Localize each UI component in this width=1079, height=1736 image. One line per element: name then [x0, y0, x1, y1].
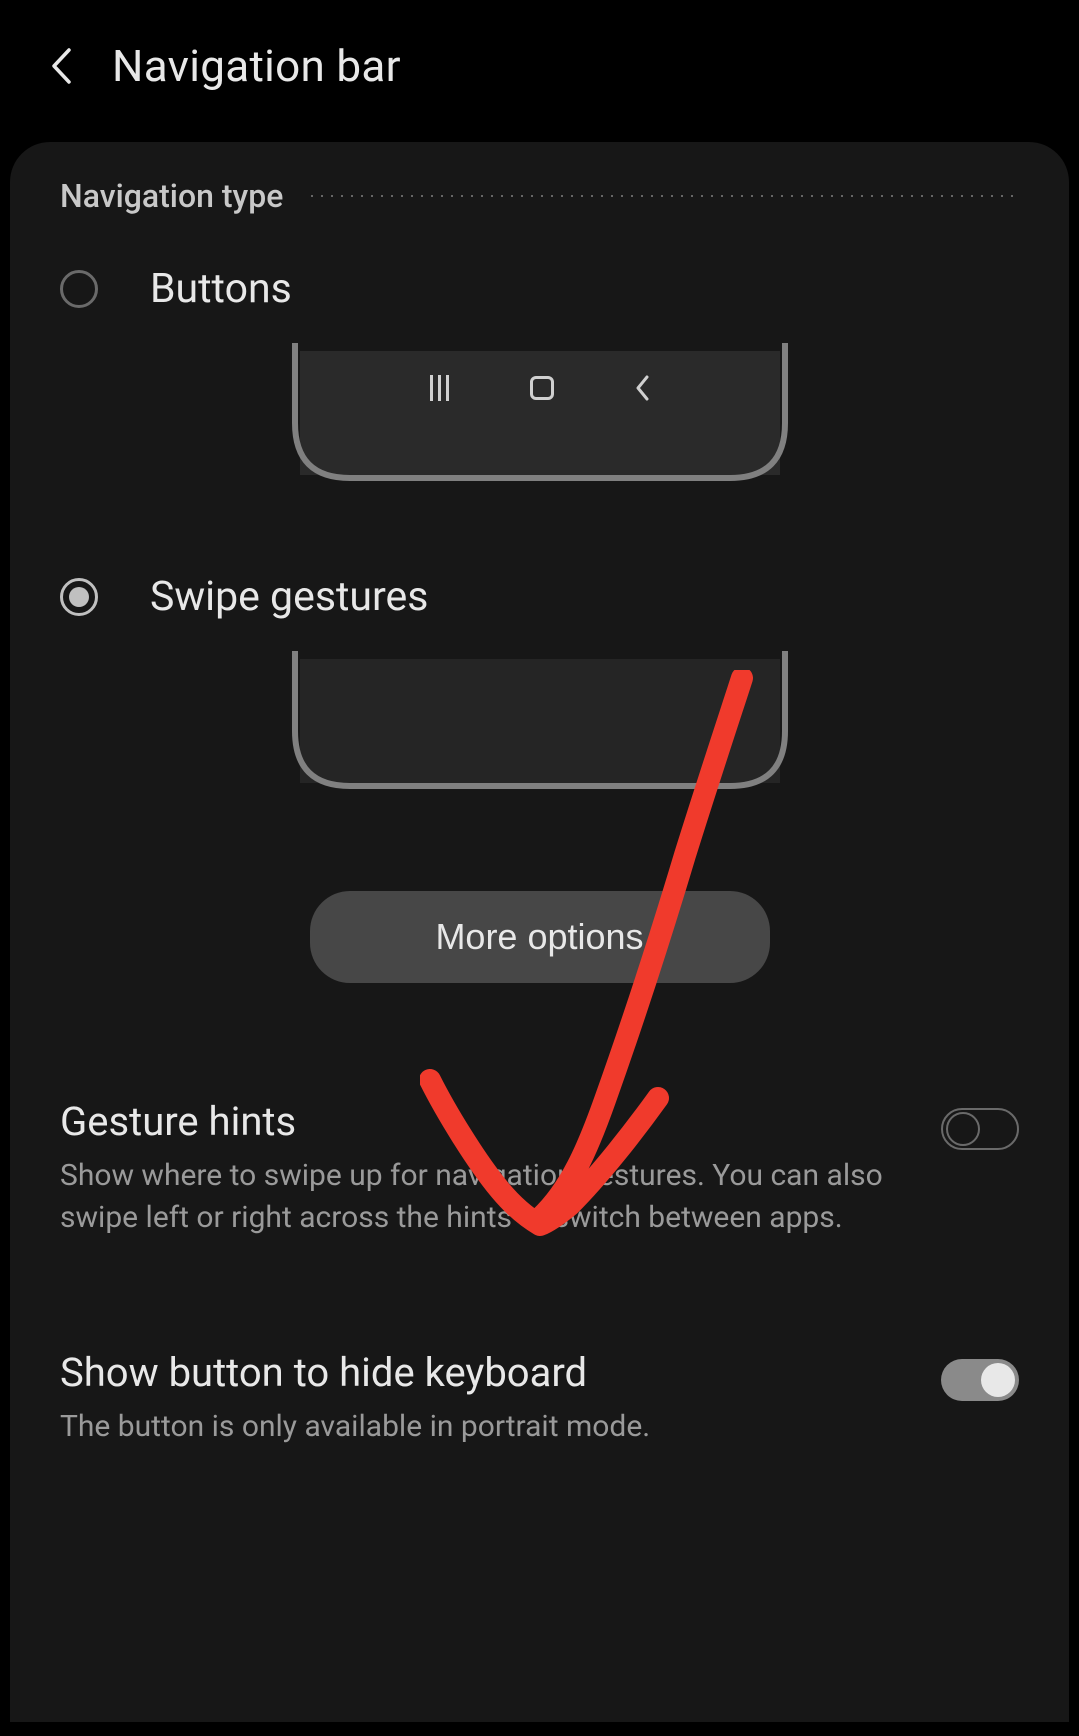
preview-swipe	[290, 651, 790, 791]
settings-card: Navigation type Buttons Swipe gestures	[10, 142, 1069, 1722]
page-header: Navigation bar	[0, 0, 1079, 142]
nav-back-icon	[635, 375, 649, 401]
radio-icon	[60, 270, 98, 308]
divider-dotted	[307, 195, 1019, 197]
section-title: Navigation type	[60, 177, 283, 215]
page-title: Navigation bar	[112, 40, 401, 92]
radio-option-swipe[interactable]: Swipe gestures	[60, 573, 1019, 621]
setting-gesture-hints[interactable]: Gesture hints Show where to swipe up for…	[60, 1078, 1019, 1259]
more-options-button[interactable]: More options	[310, 891, 770, 983]
preview-buttons	[290, 343, 790, 483]
setting-text: Show button to hide keyboard The button …	[60, 1349, 911, 1448]
section-header-nav-type: Navigation type	[60, 177, 1019, 215]
radio-option-buttons[interactable]: Buttons	[60, 265, 1019, 313]
setting-desc: Show where to swipe up for navigation ge…	[60, 1155, 911, 1239]
setting-title: Show button to hide keyboard	[60, 1349, 911, 1396]
nav-icons-row	[290, 375, 790, 401]
radio-label: Buttons	[150, 265, 292, 313]
setting-desc: The button is only available in portrait…	[60, 1406, 911, 1448]
setting-text: Gesture hints Show where to swipe up for…	[60, 1098, 911, 1239]
toggle-hide-keyboard[interactable]	[941, 1359, 1019, 1401]
setting-title: Gesture hints	[60, 1098, 911, 1145]
setting-hide-keyboard[interactable]: Show button to hide keyboard The button …	[60, 1329, 1019, 1468]
radio-icon-selected	[60, 578, 98, 616]
recents-icon	[430, 375, 449, 401]
home-icon	[530, 376, 554, 400]
back-icon[interactable]	[50, 47, 72, 85]
radio-label: Swipe gestures	[150, 573, 428, 621]
toggle-gesture-hints[interactable]	[941, 1108, 1019, 1150]
